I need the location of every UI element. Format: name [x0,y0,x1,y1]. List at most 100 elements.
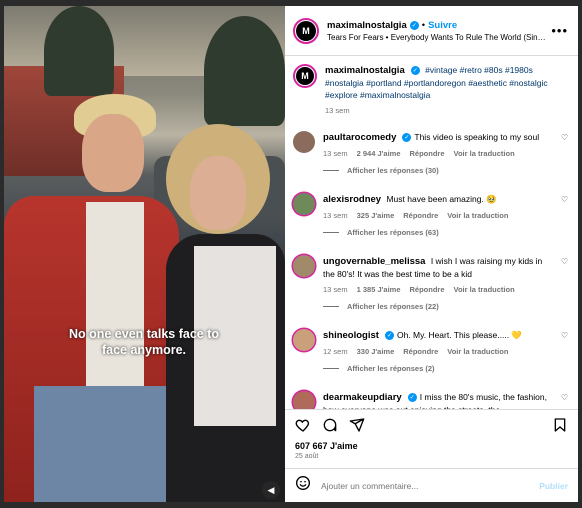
comment-username[interactable]: paultarocomedy [323,132,396,143]
video-girl-face [190,156,246,230]
reply-button[interactable]: Répondre [410,285,445,294]
comment-input[interactable] [321,480,540,491]
video-caption-line: No one even talks face to [68,327,220,341]
comments-list[interactable]: M maximalnostalgia ✓ #vintage #retro #80s… [285,56,578,409]
post-panel: M maximalnostalgia ✓ • Suivre Tears For … [285,6,578,502]
timestamp[interactable]: 13 sem [325,106,350,115]
post-header: M maximalnostalgia ✓ • Suivre Tears For … [285,6,578,56]
like-comment-heart-icon[interactable]: ♡ [561,393,568,409]
comment-item: dearmakeupdiary ✓ I miss the 80's music, t… [293,391,568,409]
video-caption: No one even talks face to face anymore. [44,326,244,358]
comment-likes[interactable]: 330 J'aime [357,347,395,356]
likes-count[interactable]: 607 667 J'aime [285,439,578,451]
save-button[interactable] [552,417,568,433]
replies-line [323,368,339,369]
reply-button[interactable]: Répondre [410,149,445,158]
comment-item: shineologist ✓ Oh. My. Heart. This please.… [293,329,568,385]
share-button[interactable] [349,417,365,433]
avatar[interactable] [293,193,315,215]
timestamp[interactable]: 12 sem [323,347,348,356]
translate-link[interactable]: Voir la traduction [454,149,515,158]
brand-logo-icon: M [296,20,316,41]
view-replies-button[interactable]: Afficher les réponses (22) [323,302,555,311]
comment-likes[interactable]: 2 944 J'aime [357,149,401,158]
view-replies-label: Afficher les réponses (2) [347,364,435,373]
post-date[interactable]: 25 août [285,451,578,468]
video-boy-shirt [86,202,144,392]
avatar[interactable] [293,329,315,351]
verified-icon: ✓ [407,393,417,403]
verified-icon: ✓ [384,331,394,341]
brand-logo-icon: M [296,67,314,85]
avatar[interactable] [293,131,315,153]
replies-line [323,232,339,233]
separator-dot: • [421,19,426,31]
translate-link[interactable]: Voir la traduction [447,211,508,220]
comment-text: Oh. My. Heart. This please..... 💛 [396,330,523,340]
replies-line [323,170,339,171]
more-options-icon[interactable]: ••• [551,23,568,38]
post-modal: No one even talks face to face anymore. … [4,6,578,502]
username-link[interactable]: maximalnostalgia [325,65,405,76]
view-replies-label: Afficher les réponses (22) [347,302,439,311]
comment-username[interactable]: dearmakeupdiary [323,392,402,403]
view-replies-button[interactable]: Afficher les réponses (2) [323,364,555,373]
comment-likes[interactable]: 325 J'aime [357,211,395,220]
video-boy-jeans [34,386,174,502]
comment-text: This video is speaking to my soul [414,132,540,142]
view-replies-button[interactable]: Afficher les réponses (63) [323,228,555,237]
timestamp[interactable]: 13 sem [323,149,348,158]
comment-username[interactable]: ungovernable_melissa [323,256,425,267]
comment-username[interactable]: shineologist [323,330,379,341]
view-replies-label: Afficher les réponses (30) [347,166,439,175]
view-replies-label: Afficher les réponses (63) [347,228,439,237]
timestamp[interactable]: 13 sem [323,211,348,220]
like-comment-heart-icon[interactable]: ♡ [561,195,568,249]
speaker-icon: ◀ [267,484,275,495]
publish-button[interactable]: Publier [539,481,568,491]
comment-username[interactable]: alexisrodney [323,194,381,205]
verified-icon: ✓ [409,20,419,30]
comment-item: ungovernable_melissa I wish I was raisin… [293,255,568,323]
heart-icon [295,419,310,432]
video-caption-line: face anymore. [101,343,187,357]
post-header-meta: maximalnostalgia ✓ • Suivre Tears For Fe… [327,20,547,42]
like-comment-heart-icon[interactable]: ♡ [561,331,568,385]
reply-button[interactable]: Répondre [403,347,438,356]
translate-link[interactable]: Voir la traduction [454,285,515,294]
comment-icon [323,418,337,431]
avatar[interactable] [293,391,315,409]
video-boy-face [82,114,144,192]
post-actions-bar [285,409,578,439]
view-replies-button[interactable]: Afficher les réponses (30) [323,166,555,175]
like-comment-heart-icon[interactable]: ♡ [561,257,568,323]
audio-track-link[interactable]: Tears For Fears • Everybody Wants To Rul… [327,33,547,42]
comment-button[interactable] [322,417,338,433]
avatar[interactable]: M [293,64,317,88]
reply-button[interactable]: Répondre [403,211,438,220]
follow-button[interactable]: Suivre [428,20,457,31]
username-link[interactable]: maximalnostalgia [327,20,407,31]
like-button[interactable] [295,417,311,433]
verified-icon: ✓ [410,66,420,76]
paper-plane-icon [349,417,365,432]
replies-line [323,306,339,307]
add-comment-bar: Publier [285,468,578,502]
comment-text: Must have been amazing. 🥹 [386,194,497,204]
comment-item: paultarocomedy ✓ This video is speaking to… [293,131,568,187]
bookmark-icon [554,417,566,432]
avatar[interactable] [293,255,315,277]
comment-item: alexisrodney Must have been amazing. 🥹 1… [293,193,568,249]
video-tree [204,16,285,126]
avatar[interactable]: M [293,17,319,44]
post-caption: M maximalnostalgia ✓ #vintage #retro #80s… [293,64,568,115]
translate-link[interactable]: Voir la traduction [447,347,508,356]
comment-likes[interactable]: 1 385 J'aime [357,285,401,294]
verified-icon: ✓ [402,133,412,143]
emoji-icon[interactable] [295,475,311,496]
like-comment-heart-icon[interactable]: ♡ [561,133,568,187]
mute-toggle-button[interactable]: ◀ [262,481,280,499]
video-tree [44,6,114,96]
timestamp[interactable]: 13 sem [323,285,348,294]
video-player[interactable]: No one even talks face to face anymore. … [4,6,285,502]
